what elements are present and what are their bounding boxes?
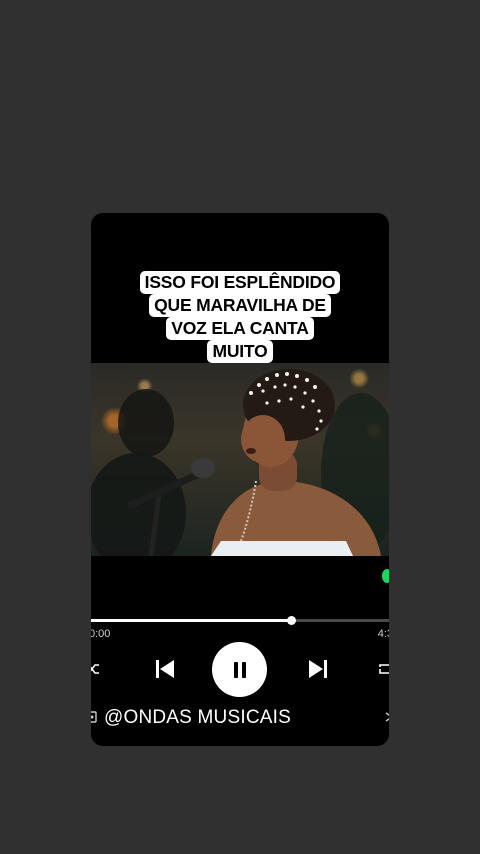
account-handle: @ONDAS MUSICAIS (104, 707, 291, 728)
progress-knob[interactable] (286, 616, 296, 625)
repeat-button[interactable] (377, 660, 389, 678)
pause-icon (233, 661, 246, 678)
previous-button[interactable] (153, 657, 177, 681)
caption-line-2: QUE MARAVILHA DE (149, 294, 331, 317)
caption-line-4: MUITO (207, 340, 273, 363)
pause-button[interactable] (212, 642, 267, 697)
shuffle-button[interactable] (91, 660, 101, 678)
progress-bar[interactable] (91, 616, 389, 625)
playback-controls (91, 638, 389, 698)
share-icon[interactable] (384, 711, 389, 723)
shuffle-icon (91, 664, 99, 674)
previous-icon (156, 660, 174, 678)
video-frame[interactable] (91, 363, 389, 556)
progress-fill (91, 619, 291, 622)
caption-line-1: ISSO FOI ESPLÊNDIDO (139, 271, 341, 294)
next-icon (309, 660, 327, 678)
repeat-icon (379, 664, 389, 674)
caption-line-3: VOZ ELA CANTA (166, 317, 314, 340)
video-caption: ISSO FOI ESPLÊNDIDO QUE MARAVILHA DE VOZ… (91, 271, 389, 363)
device-icon[interactable] (91, 711, 97, 723)
player-card: ISSO FOI ESPLÊNDIDO QUE MARAVILHA DE VOZ… (91, 213, 389, 746)
account-footer: @ONDAS MUSICAIS (91, 706, 389, 730)
heart-icon[interactable] (382, 569, 389, 583)
next-button[interactable] (306, 657, 330, 681)
video-image (91, 369, 389, 556)
